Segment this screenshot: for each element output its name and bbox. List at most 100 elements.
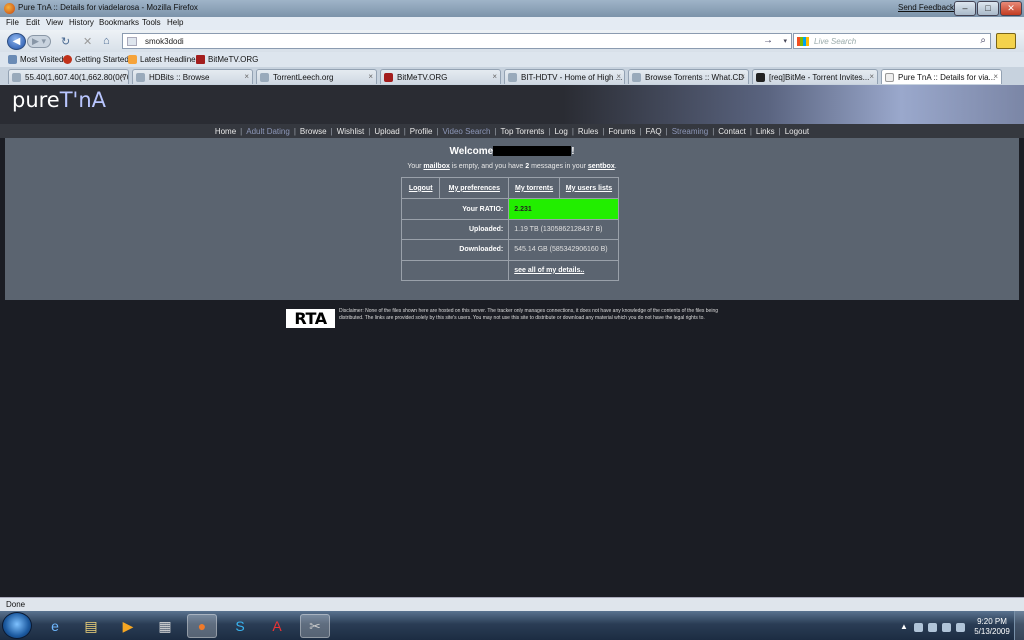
- tab-3[interactable]: TorrentLeech.org ×: [256, 69, 377, 84]
- tab-4[interactable]: BitMeTV.ORG ×: [380, 69, 501, 84]
- nav-link-log[interactable]: Log: [554, 127, 567, 136]
- search-input[interactable]: Live Search ⌕: [793, 33, 991, 49]
- tray-icon-1[interactable]: [914, 623, 923, 632]
- bookmark-latest-headlines[interactable]: Latest Headlines: [140, 55, 200, 64]
- nav-link-home[interactable]: Home: [215, 127, 236, 136]
- show-desktop-button[interactable]: [1014, 611, 1024, 640]
- menu-bar: File Edit View History Bookmarks Tools H…: [0, 17, 1024, 30]
- my-preferences-link[interactable]: My preferences: [439, 176, 510, 200]
- menu-bookmarks[interactable]: Bookmarks: [99, 18, 139, 27]
- nav-link-contact[interactable]: Contact: [718, 127, 746, 136]
- nav-link-profile[interactable]: Profile: [410, 127, 433, 136]
- system-clock[interactable]: 9:20 PM 5/13/2009: [972, 617, 1012, 637]
- bookmarks-toolbar: Most Visited Getting Started Latest Head…: [0, 52, 1024, 67]
- menu-help[interactable]: Help: [167, 18, 183, 27]
- rta-logo[interactable]: RTA: [286, 309, 335, 328]
- close-button[interactable]: ✕: [1000, 1, 1022, 16]
- sentbox-link[interactable]: sentbox: [588, 163, 615, 170]
- nav-link-faq[interactable]: FAQ: [646, 127, 662, 136]
- nav-link-video-search[interactable]: Video Search: [443, 127, 491, 136]
- reload-icon[interactable]: ↻: [61, 35, 70, 48]
- tab-close-icon[interactable]: ×: [368, 72, 373, 81]
- bitmetv-icon: [196, 55, 205, 64]
- nav-link-browse[interactable]: Browse: [300, 127, 327, 136]
- tool-icon[interactable]: ✂: [300, 614, 330, 638]
- menu-view[interactable]: View: [46, 18, 63, 27]
- see-details-link[interactable]: see all of my details..: [508, 259, 619, 282]
- menu-tools[interactable]: Tools: [142, 18, 161, 27]
- url-bar[interactable]: smok3dodi → ▾: [122, 33, 792, 49]
- bookmark-bitmetv[interactable]: BitMeTV.ORG: [208, 55, 258, 64]
- tab-close-icon[interactable]: ×: [616, 72, 621, 81]
- start-button[interactable]: [2, 612, 32, 639]
- tray-icon-2[interactable]: [928, 623, 937, 632]
- nav-link-adult-dating[interactable]: Adult Dating: [246, 127, 290, 136]
- tab-6[interactable]: Browse Torrents :: What.CD ×: [628, 69, 749, 84]
- tab-1[interactable]: 55.40(1,607.40(1,662.80(0(70... ×: [8, 69, 129, 84]
- send-feedback-link[interactable]: Send Feedback: [898, 3, 954, 12]
- bookmark-getting-started[interactable]: Getting Started: [75, 55, 129, 64]
- user-stats-table: Logout My preferences My torrents My use…: [400, 176, 620, 282]
- downloaded-value: 545.14 GB (585342906160 B): [508, 239, 619, 261]
- nav-link-links[interactable]: Links: [756, 127, 775, 136]
- addon-icon[interactable]: [996, 33, 1016, 49]
- nav-link-wishlist[interactable]: Wishlist: [337, 127, 365, 136]
- menu-edit[interactable]: Edit: [26, 18, 40, 27]
- tab-label: Pure TnA :: Details for via...: [898, 73, 996, 82]
- logout-link[interactable]: Logout: [400, 176, 441, 200]
- nav-separator: |: [571, 127, 574, 136]
- nav-link-streaming[interactable]: Streaming: [672, 127, 708, 136]
- tab-close-icon[interactable]: ×: [740, 72, 745, 81]
- stop-icon[interactable]: ✕: [83, 35, 92, 48]
- mail-text-end: .: [614, 163, 617, 170]
- tab-8-active[interactable]: Pure TnA :: Details for via... ×: [881, 69, 1002, 84]
- tab-label: TorrentLeech.org: [273, 73, 334, 82]
- dropdown-icon[interactable]: ▾: [783, 37, 787, 45]
- nav-link-upload[interactable]: Upload: [374, 127, 399, 136]
- explorer-icon[interactable]: ▤: [76, 614, 106, 638]
- skype-icon[interactable]: S: [225, 614, 255, 638]
- tab-2[interactable]: HDBits :: Browse ×: [132, 69, 253, 84]
- welcome-end: !: [571, 146, 575, 157]
- nav-link-top-torrents[interactable]: Top Torrents: [501, 127, 545, 136]
- tab-close-icon[interactable]: ×: [869, 72, 874, 81]
- ie-icon[interactable]: e: [40, 614, 70, 638]
- tab-favicon: [136, 73, 145, 82]
- nav-link-rules[interactable]: Rules: [578, 127, 598, 136]
- nav-link-logout[interactable]: Logout: [785, 127, 809, 136]
- tab-7[interactable]: [req]BitMe - Torrent Invites... ×: [752, 69, 878, 84]
- go-icon[interactable]: →: [763, 35, 773, 46]
- tab-close-icon[interactable]: ×: [492, 72, 497, 81]
- live-search-icon[interactable]: [797, 37, 809, 46]
- menu-file[interactable]: File: [6, 18, 19, 27]
- volume-icon[interactable]: [956, 623, 965, 632]
- status-bar: Done: [0, 597, 1024, 611]
- tab-label: Browse Torrents :: What.CD: [645, 73, 744, 82]
- tab-label: BitMeTV.ORG: [397, 73, 448, 82]
- home-icon[interactable]: ⌂: [103, 35, 110, 47]
- tab-close-icon[interactable]: ×: [120, 72, 125, 81]
- my-users-lists-link[interactable]: My users lists: [558, 176, 620, 200]
- acrobat-icon[interactable]: A: [262, 614, 292, 638]
- tab-close-icon[interactable]: ×: [244, 72, 249, 81]
- bookmark-most-visited[interactable]: Most Visited: [20, 55, 63, 64]
- mailbox-link[interactable]: mailbox: [423, 163, 449, 170]
- search-icon[interactable]: ⌕: [980, 35, 986, 46]
- site-logo[interactable]: pureT'nA: [12, 88, 106, 112]
- media-player-icon[interactable]: ▶: [113, 614, 143, 638]
- rss-icon: [128, 55, 137, 64]
- nav-link-forums[interactable]: Forums: [608, 127, 635, 136]
- menu-history[interactable]: History: [69, 18, 94, 27]
- calculator-icon[interactable]: ▦: [150, 614, 180, 638]
- maximize-button[interactable]: □: [977, 1, 999, 16]
- tray-expand-icon[interactable]: ▲: [900, 622, 908, 631]
- tab-close-icon[interactable]: ×: [993, 72, 998, 81]
- minimize-button[interactable]: –: [954, 1, 976, 16]
- my-torrents-link[interactable]: My torrents: [508, 176, 560, 200]
- forward-button[interactable]: ▶ ▾: [27, 35, 51, 48]
- back-button[interactable]: ◀: [7, 33, 26, 50]
- mail-text-post: messages in your: [529, 163, 588, 170]
- network-icon[interactable]: [942, 623, 951, 632]
- tab-5[interactable]: BIT-HDTV - Home of High ... ×: [504, 69, 625, 84]
- firefox-taskbar-icon[interactable]: ●: [187, 614, 217, 638]
